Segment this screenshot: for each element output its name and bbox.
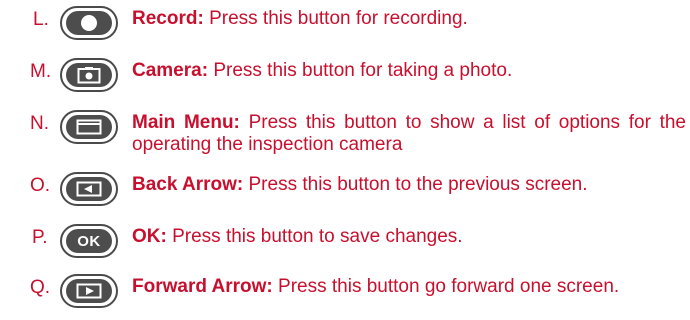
item-description: Main Menu: Press this button to show a l… (132, 112, 686, 156)
ok-button: OK (60, 224, 118, 258)
item-description: OK: Press this button to save changes. (132, 226, 686, 248)
record-dot-icon (81, 15, 97, 31)
item-letter: Q. (30, 277, 51, 298)
item-letter: O. (30, 175, 51, 196)
ok-button-face: OK (66, 229, 112, 253)
back-arrow-button (60, 172, 118, 206)
item-term: Main Menu: (132, 112, 240, 133)
forward-arrow-icon (76, 283, 102, 299)
forward-arrow-button (60, 274, 118, 308)
item-letter: P. (32, 227, 48, 248)
forward-arrow-button-face (66, 279, 112, 303)
item-term: Camera: (132, 60, 209, 81)
item-text: Press this button go forward one screen. (278, 276, 620, 297)
menu-icon (76, 119, 102, 135)
item-term: OK: (132, 226, 167, 247)
camera-button-face (66, 63, 112, 87)
item-letter: N. (30, 113, 49, 134)
item-text: Press this button for taking a photo. (213, 60, 513, 81)
main-menu-button (60, 110, 118, 144)
ok-label: OK (77, 232, 101, 250)
item-letter: M. (30, 61, 52, 82)
item-description: Camera: Press this button for taking a p… (132, 60, 686, 82)
camera-icon (77, 67, 101, 84)
item-description: Record: Press this button for recording. (132, 8, 686, 30)
item-text: Press this button to the previous screen… (248, 174, 588, 195)
item-description: Forward Arrow: Press this button go forw… (132, 276, 686, 298)
record-button (60, 6, 118, 40)
main-menu-button-face (66, 115, 112, 139)
item-term: Forward Arrow: (132, 276, 273, 297)
item-text: Press this button for recording. (209, 8, 468, 29)
record-button-face (66, 11, 112, 35)
item-description: Back Arrow: Press this button to the pre… (132, 174, 686, 196)
item-term: Record: (132, 8, 204, 29)
item-term: Back Arrow: (132, 174, 244, 195)
item-letter: L. (33, 9, 49, 30)
item-text: Press this button to save changes. (172, 226, 463, 247)
camera-button (60, 58, 118, 92)
back-arrow-button-face (66, 177, 112, 201)
back-arrow-icon (76, 181, 102, 197)
